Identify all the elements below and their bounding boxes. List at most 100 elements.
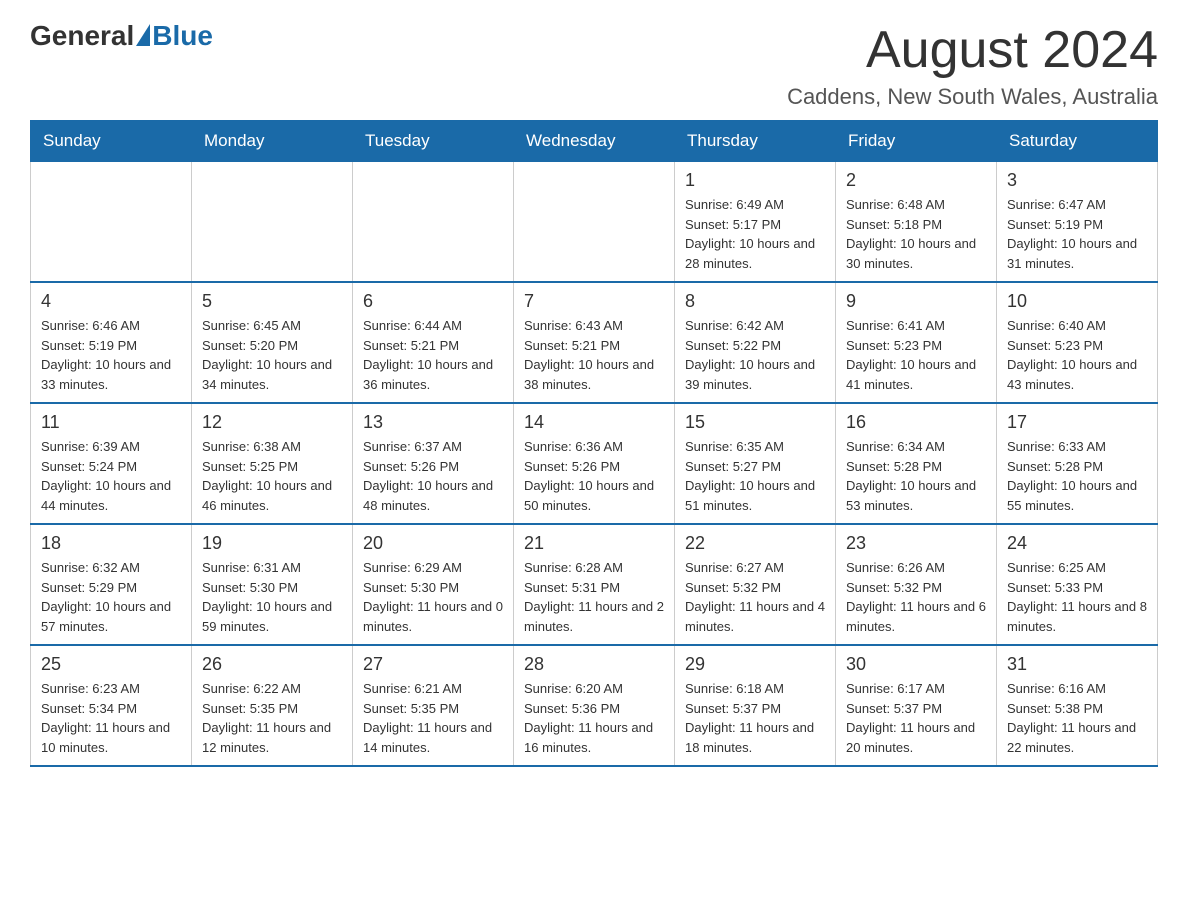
day-number: 2 — [846, 170, 986, 191]
day-info: Sunrise: 6:22 AM Sunset: 5:35 PM Dayligh… — [202, 679, 342, 757]
day-number: 18 — [41, 533, 181, 554]
day-cell — [31, 162, 192, 283]
day-info: Sunrise: 6:37 AM Sunset: 5:26 PM Dayligh… — [363, 437, 503, 515]
day-info: Sunrise: 6:41 AM Sunset: 5:23 PM Dayligh… — [846, 316, 986, 394]
day-cell: 24 Sunrise: 6:25 AM Sunset: 5:33 PM Dayli… — [997, 524, 1158, 645]
day-info: Sunrise: 6:48 AM Sunset: 5:18 PM Dayligh… — [846, 195, 986, 273]
day-cell: 9 Sunrise: 6:41 AM Sunset: 5:23 PM Daylig… — [836, 282, 997, 403]
day-info: Sunrise: 6:42 AM Sunset: 5:22 PM Dayligh… — [685, 316, 825, 394]
day-header-friday: Friday — [836, 121, 997, 162]
day-info: Sunrise: 6:36 AM Sunset: 5:26 PM Dayligh… — [524, 437, 664, 515]
logo-triangle-icon — [136, 24, 150, 46]
day-info: Sunrise: 6:25 AM Sunset: 5:33 PM Dayligh… — [1007, 558, 1147, 636]
day-cell: 1Sunrise: 6:49 AM Sunset: 5:17 PM Daylig… — [675, 162, 836, 283]
day-number: 23 — [846, 533, 986, 554]
day-info: Sunrise: 6:40 AM Sunset: 5:23 PM Dayligh… — [1007, 316, 1147, 394]
day-number: 7 — [524, 291, 664, 312]
page-header: General Blue August 2024 Caddens, New So… — [30, 20, 1158, 110]
day-number: 8 — [685, 291, 825, 312]
day-info: Sunrise: 6:32 AM Sunset: 5:29 PM Dayligh… — [41, 558, 181, 636]
day-cell: 6 Sunrise: 6:44 AM Sunset: 5:21 PM Daylig… — [353, 282, 514, 403]
week-row-3: 11 Sunrise: 6:39 AM Sunset: 5:24 PM Dayli… — [31, 403, 1158, 524]
day-number: 30 — [846, 654, 986, 675]
day-header-wednesday: Wednesday — [514, 121, 675, 162]
day-cell: 19Sunrise: 6:31 AM Sunset: 5:30 PM Dayli… — [192, 524, 353, 645]
calendar-header-row: SundayMondayTuesdayWednesdayThursdayFrid… — [31, 121, 1158, 162]
day-info: Sunrise: 6:16 AM Sunset: 5:38 PM Dayligh… — [1007, 679, 1147, 757]
day-number: 25 — [41, 654, 181, 675]
calendar-table: SundayMondayTuesdayWednesdayThursdayFrid… — [30, 120, 1158, 767]
day-cell: 8 Sunrise: 6:42 AM Sunset: 5:22 PM Daylig… — [675, 282, 836, 403]
day-number: 24 — [1007, 533, 1147, 554]
week-row-2: 4 Sunrise: 6:46 AM Sunset: 5:19 PM Daylig… — [31, 282, 1158, 403]
day-number: 31 — [1007, 654, 1147, 675]
day-number: 9 — [846, 291, 986, 312]
day-cell: 25Sunrise: 6:23 AM Sunset: 5:34 PM Dayli… — [31, 645, 192, 766]
logo-blue-text: Blue — [152, 20, 213, 52]
day-info: Sunrise: 6:38 AM Sunset: 5:25 PM Dayligh… — [202, 437, 342, 515]
day-info: Sunrise: 6:43 AM Sunset: 5:21 PM Dayligh… — [524, 316, 664, 394]
month-title: August 2024 — [787, 20, 1158, 80]
day-cell: 11 Sunrise: 6:39 AM Sunset: 5:24 PM Dayli… — [31, 403, 192, 524]
day-cell: 10 Sunrise: 6:40 AM Sunset: 5:23 PM Dayli… — [997, 282, 1158, 403]
day-cell: 26 Sunrise: 6:22 AM Sunset: 5:35 PM Dayli… — [192, 645, 353, 766]
day-info: Sunrise: 6:47 AM Sunset: 5:19 PM Dayligh… — [1007, 195, 1147, 273]
right-header: August 2024 Caddens, New South Wales, Au… — [787, 20, 1158, 110]
day-cell: 4 Sunrise: 6:46 AM Sunset: 5:19 PM Daylig… — [31, 282, 192, 403]
day-cell: 12 Sunrise: 6:38 AM Sunset: 5:25 PM Dayli… — [192, 403, 353, 524]
day-cell: 7 Sunrise: 6:43 AM Sunset: 5:21 PM Daylig… — [514, 282, 675, 403]
day-info: Sunrise: 6:39 AM Sunset: 5:24 PM Dayligh… — [41, 437, 181, 515]
day-info: Sunrise: 6:18 AM Sunset: 5:37 PM Dayligh… — [685, 679, 825, 757]
day-number: 12 — [202, 412, 342, 433]
day-cell: 17 Sunrise: 6:33 AM Sunset: 5:28 PM Dayli… — [997, 403, 1158, 524]
day-info: Sunrise: 6:17 AM Sunset: 5:37 PM Dayligh… — [846, 679, 986, 757]
day-number: 10 — [1007, 291, 1147, 312]
day-number: 17 — [1007, 412, 1147, 433]
day-cell: 18 Sunrise: 6:32 AM Sunset: 5:29 PM Dayli… — [31, 524, 192, 645]
day-number: 28 — [524, 654, 664, 675]
day-number: 6 — [363, 291, 503, 312]
day-info: Sunrise: 6:46 AM Sunset: 5:19 PM Dayligh… — [41, 316, 181, 394]
day-cell: 30 Sunrise: 6:17 AM Sunset: 5:37 PM Dayli… — [836, 645, 997, 766]
day-info: Sunrise: 6:27 AM Sunset: 5:32 PM Dayligh… — [685, 558, 825, 636]
day-cell: 28Sunrise: 6:20 AM Sunset: 5:36 PM Dayli… — [514, 645, 675, 766]
day-number: 22 — [685, 533, 825, 554]
day-cell: 22 Sunrise: 6:27 AM Sunset: 5:32 PM Dayli… — [675, 524, 836, 645]
day-info: Sunrise: 6:21 AM Sunset: 5:35 PM Dayligh… — [363, 679, 503, 757]
day-cell: 29Sunrise: 6:18 AM Sunset: 5:37 PM Dayli… — [675, 645, 836, 766]
day-number: 27 — [363, 654, 503, 675]
day-info: Sunrise: 6:45 AM Sunset: 5:20 PM Dayligh… — [202, 316, 342, 394]
day-cell: 15 Sunrise: 6:35 AM Sunset: 5:27 PM Dayli… — [675, 403, 836, 524]
week-row-5: 25Sunrise: 6:23 AM Sunset: 5:34 PM Dayli… — [31, 645, 1158, 766]
day-info: Sunrise: 6:49 AM Sunset: 5:17 PM Dayligh… — [685, 195, 825, 273]
day-header-tuesday: Tuesday — [353, 121, 514, 162]
day-cell: 2 Sunrise: 6:48 AM Sunset: 5:18 PM Daylig… — [836, 162, 997, 283]
day-header-thursday: Thursday — [675, 121, 836, 162]
day-cell: 31 Sunrise: 6:16 AM Sunset: 5:38 PM Dayli… — [997, 645, 1158, 766]
day-number: 11 — [41, 412, 181, 433]
location-title: Caddens, New South Wales, Australia — [787, 84, 1158, 110]
day-number: 15 — [685, 412, 825, 433]
week-row-1: 1Sunrise: 6:49 AM Sunset: 5:17 PM Daylig… — [31, 162, 1158, 283]
day-cell — [353, 162, 514, 283]
day-header-sunday: Sunday — [31, 121, 192, 162]
day-info: Sunrise: 6:33 AM Sunset: 5:28 PM Dayligh… — [1007, 437, 1147, 515]
day-info: Sunrise: 6:29 AM Sunset: 5:30 PM Dayligh… — [363, 558, 503, 636]
day-info: Sunrise: 6:26 AM Sunset: 5:32 PM Dayligh… — [846, 558, 986, 636]
day-info: Sunrise: 6:35 AM Sunset: 5:27 PM Dayligh… — [685, 437, 825, 515]
day-number: 20 — [363, 533, 503, 554]
day-cell: 23 Sunrise: 6:26 AM Sunset: 5:32 PM Dayli… — [836, 524, 997, 645]
day-number: 3 — [1007, 170, 1147, 191]
day-number: 14 — [524, 412, 664, 433]
day-cell: 21Sunrise: 6:28 AM Sunset: 5:31 PM Dayli… — [514, 524, 675, 645]
day-info: Sunrise: 6:31 AM Sunset: 5:30 PM Dayligh… — [202, 558, 342, 636]
day-info: Sunrise: 6:34 AM Sunset: 5:28 PM Dayligh… — [846, 437, 986, 515]
day-cell: 5Sunrise: 6:45 AM Sunset: 5:20 PM Daylig… — [192, 282, 353, 403]
day-info: Sunrise: 6:44 AM Sunset: 5:21 PM Dayligh… — [363, 316, 503, 394]
day-number: 4 — [41, 291, 181, 312]
day-cell: 13Sunrise: 6:37 AM Sunset: 5:26 PM Dayli… — [353, 403, 514, 524]
day-number: 16 — [846, 412, 986, 433]
day-cell: 3 Sunrise: 6:47 AM Sunset: 5:19 PM Daylig… — [997, 162, 1158, 283]
day-number: 26 — [202, 654, 342, 675]
day-cell: 16 Sunrise: 6:34 AM Sunset: 5:28 PM Dayli… — [836, 403, 997, 524]
